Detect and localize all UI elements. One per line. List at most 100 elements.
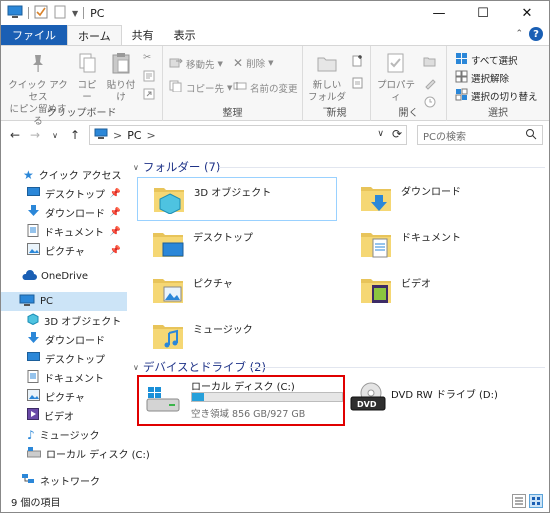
breadcrumb-pc[interactable]: PC	[127, 129, 141, 142]
recent-locations-icon[interactable]: ∨	[45, 131, 65, 140]
sidebar-item-videos[interactable]: ビデオ	[1, 406, 127, 425]
folders-section-title: フォルダー (7)	[142, 160, 221, 174]
easy-access-icon[interactable]	[351, 76, 365, 90]
folder-tile-desktop[interactable]: デスクトップ	[137, 223, 337, 267]
pin-icon: 📌	[109, 188, 121, 199]
picture-icon	[27, 243, 40, 258]
tiles-view-icon[interactable]	[529, 494, 543, 511]
breadcrumb-separator: >	[113, 128, 123, 142]
document-icon	[27, 223, 39, 240]
paste-shortcut-icon[interactable]	[143, 88, 155, 100]
move-to-label: 移動先	[186, 59, 215, 71]
sidebar-item-documents[interactable]: ドキュメント	[1, 368, 127, 387]
help-icon[interactable]: ?	[529, 27, 543, 41]
folder-tile-music[interactable]: ミュージック	[137, 315, 337, 359]
cut-icon[interactable]: ✂	[143, 52, 151, 63]
organize-group: 移動先 ▼ コピー先 ▼ ✕ 削除 ▼ 名前の変更 整理	[163, 46, 303, 121]
search-input[interactable]: PCの検索	[417, 125, 543, 145]
copy-path-icon[interactable]	[143, 70, 155, 82]
minimize-button[interactable]: —	[417, 1, 461, 25]
ribbon-collapse-icon[interactable]: ⌃	[515, 29, 523, 41]
devices-section-header[interactable]: ∨ デバイスとドライブ (2)	[133, 359, 266, 375]
quick-access-toolbar: ▼	[1, 1, 85, 25]
rename-button[interactable]: 名前の変更	[233, 80, 298, 95]
new-group: 新しい フォルダー 新規	[303, 46, 371, 121]
properties-check-icon[interactable]	[34, 5, 48, 22]
folder-tile-documents[interactable]: ドキュメント	[345, 223, 545, 267]
folder-tile-videos[interactable]: ビデオ	[345, 269, 545, 313]
sidebar-item-downloads[interactable]: ダウンロード	[1, 330, 127, 349]
close-button[interactable]: ✕	[505, 1, 549, 25]
dvd-drive-icon	[349, 381, 389, 416]
folder-label: 3D オブジェクト	[194, 188, 272, 199]
sidebar-item-label: ピクチャ	[45, 393, 85, 404]
tab-file[interactable]: ファイル	[1, 25, 67, 45]
sidebar-item-documents-pinned[interactable]: ドキュメント 📌	[1, 222, 127, 241]
maximize-button[interactable]: ☐	[461, 1, 505, 25]
refresh-icon[interactable]: ⟳	[392, 127, 402, 141]
cube-icon	[27, 313, 39, 328]
sidebar-item-pictures-pinned[interactable]: ピクチャ 📌	[1, 241, 127, 260]
desktop-icon	[27, 351, 40, 366]
select-group: すべて選択 選択解除 選択の切り替え 選択	[447, 46, 549, 121]
sidebar-item-network[interactable]: ネットワーク	[1, 471, 127, 490]
select-all-button[interactable]: すべて選択	[455, 52, 517, 68]
forward-arrow-icon[interactable]: →	[25, 128, 45, 142]
new-item-icon[interactable]	[351, 54, 365, 68]
move-to-button[interactable]: 移動先 ▼	[169, 56, 223, 71]
move-to-icon	[169, 56, 183, 71]
tab-home[interactable]: ホーム	[67, 25, 122, 45]
chevron-down-icon: ∨	[133, 362, 139, 372]
address-bar[interactable]: > PC > ∨ ⟳	[89, 125, 407, 145]
sidebar-item-music[interactable]: ♪ ミュージック	[1, 425, 127, 444]
folder-tile-3d-objects[interactable]: 3D オブジェクト	[137, 177, 337, 221]
sidebar-item-pictures[interactable]: ピクチャ	[1, 387, 127, 406]
folder-label: デスクトップ	[193, 233, 253, 244]
properties-icon	[385, 52, 407, 78]
back-arrow-icon[interactable]: ←	[5, 128, 25, 142]
status-bar: 9 個の項目	[1, 491, 549, 512]
sidebar-item-onedrive[interactable]: OneDrive	[1, 267, 127, 286]
invert-selection-button[interactable]: 選択の切り替え	[455, 88, 538, 104]
breadcrumb-separator[interactable]: >	[147, 129, 156, 142]
sidebar-item-desktop[interactable]: デスクトップ	[1, 349, 127, 368]
details-view-icon[interactable]	[512, 494, 526, 511]
sidebar-item-quick-access[interactable]: ★ クイック アクセス	[1, 165, 127, 184]
video-icon	[27, 408, 39, 423]
sidebar-item-label: ピクチャ	[45, 247, 85, 258]
sidebar-item-label: クイック アクセス	[38, 171, 122, 182]
sidebar-item-desktop-pinned[interactable]: デスクトップ 📌	[1, 184, 127, 203]
address-dropdown-icon[interactable]: ∨	[377, 129, 384, 139]
sidebar-item-3d-objects[interactable]: 3D オブジェクト	[1, 311, 127, 330]
select-none-button[interactable]: 選択解除	[455, 70, 509, 86]
new-group-label: 新規	[326, 108, 347, 119]
edit-icon[interactable]	[423, 76, 437, 90]
desktop-folder-icon	[151, 227, 185, 262]
folders-section-header[interactable]: ∨ フォルダー (7)	[133, 159, 220, 175]
picture-icon	[27, 389, 40, 404]
new-folder-qat-icon[interactable]	[53, 5, 67, 22]
copy-to-button[interactable]: コピー先 ▼	[169, 80, 232, 95]
drive-tile-dvd[interactable]: DVD DVD RW ドライブ (D:)	[347, 375, 550, 425]
sidebar-item-local-disk[interactable]: ローカル ディスク (C:)	[1, 444, 150, 463]
folder-tile-pictures[interactable]: ピクチャ	[137, 269, 337, 313]
sidebar-item-downloads-pinned[interactable]: ダウンロード 📌	[1, 203, 127, 222]
tab-share[interactable]: 共有	[122, 25, 164, 45]
sidebar-item-pc[interactable]: PC	[1, 292, 127, 311]
tab-view[interactable]: 表示	[164, 25, 206, 45]
folder-tile-downloads[interactable]: ダウンロード	[345, 177, 545, 221]
copy-button[interactable]: コピー	[73, 52, 101, 104]
qat-dropdown-icon[interactable]: ▼	[72, 9, 78, 18]
up-arrow-icon[interactable]: ↑	[65, 128, 85, 142]
chevron-down-icon: ∨	[133, 162, 139, 172]
select-none-label: 選択解除	[471, 74, 510, 85]
navigation-pane: ★ クイック アクセス デスクトップ 📌 ダウンロード 📌 ドキュメント 📌 ピ…	[1, 157, 150, 491]
picture-folder-icon	[151, 273, 185, 308]
properties-button[interactable]: プロパティ	[373, 52, 419, 104]
ribbon-home: クイック アクセス にピン留めする コピー 貼り付け ✂ クリップボード 移動先…	[1, 45, 549, 127]
delete-button[interactable]: ✕ 削除 ▼	[233, 56, 273, 70]
paste-button[interactable]: 貼り付け	[103, 52, 139, 104]
open-group-label: 開く	[398, 108, 419, 119]
section-divider	[249, 367, 545, 368]
open-icon[interactable]	[423, 54, 437, 68]
